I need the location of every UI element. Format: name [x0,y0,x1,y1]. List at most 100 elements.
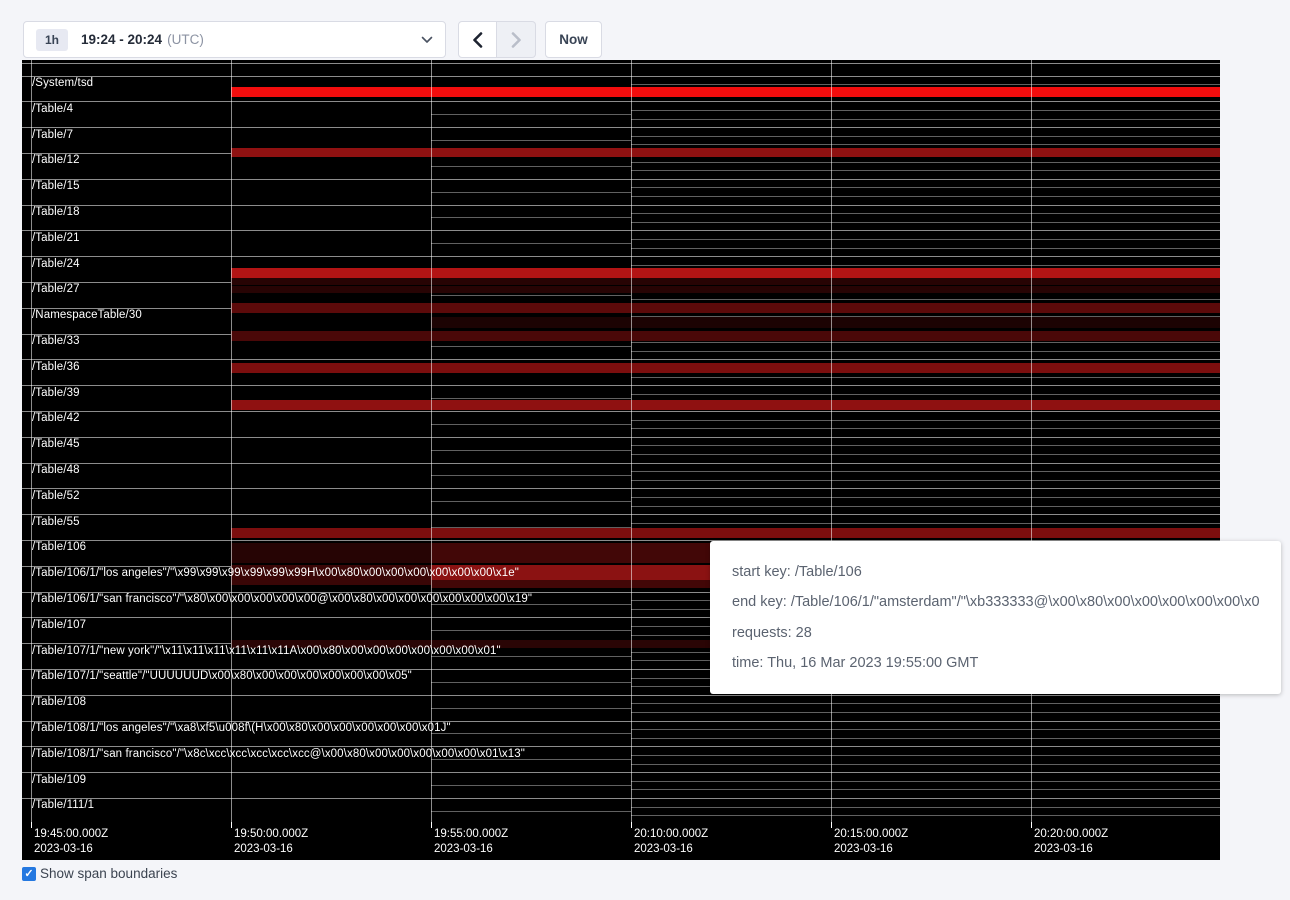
key-visualizer-canvas[interactable]: /System/tsd/Table/4/Table/7/Table/12/Tab… [22,60,1220,860]
now-button[interactable]: Now [545,21,602,58]
axis-tick [831,822,832,828]
span-boundary-subline [631,144,1220,145]
span-boundary-subline [431,398,631,399]
span-boundary-subline [631,497,1220,498]
span-boundary-subline [631,428,1220,429]
heatmap-band [231,363,1220,373]
span-boundary-subline [431,450,631,451]
row-label: /Table/18 [32,206,80,219]
row-label: /Table/7 [32,129,73,142]
row-label: /Table/15 [32,180,80,193]
time-range-selector[interactable]: 1h 19:24 - 20:24 (UTC) [23,21,446,58]
heatmap-band [231,543,431,563]
axis-time-label: 19:45:00.000Z2023-03-16 [34,827,108,856]
axis-tick [431,822,432,828]
heatmap-band [231,87,1220,97]
tooltip-requests: requests: 28 [732,625,1259,641]
span-boundary-subline [431,243,631,244]
span-boundary-subline [631,445,1220,446]
span-boundary-subline [631,119,1220,120]
time-axis: 19:45:00.000Z2023-03-1619:50:00.000Z2023… [22,822,1220,860]
span-boundary-subline [631,807,1220,808]
span-boundary-subline [631,222,1220,223]
row-label: /Table/48 [32,464,80,477]
span-boundary-line [22,798,1220,799]
span-boundary-line [22,359,1220,360]
axis-time-label: 20:10:00.000Z2023-03-16 [634,827,708,856]
span-boundary-subline [631,196,1220,197]
span-boundary-subline [631,377,1220,378]
span-boundary-subline [631,342,1220,343]
span-boundary-subline [631,523,1220,524]
span-boundary-subline [431,682,631,683]
span-boundary-subline [631,471,1220,472]
heatmap-band [231,400,1220,410]
axis-tick [631,822,632,828]
row-label: /Table/106/1/"san francisco"/"\x80\x00\x… [32,593,532,606]
column-boundary-line [1031,60,1032,822]
span-boundary-subline [431,114,631,115]
span-boundary-subline [431,501,631,502]
tooltip-time: time: Thu, 16 Mar 2023 19:55:00 GMT [732,655,1259,671]
span-boundary-subline [631,815,1220,816]
span-boundary-subline [431,192,631,193]
row-label: /Table/108/1/"san francisco"/"\x8c\xcc\x… [32,748,525,761]
span-boundary-subline [431,733,631,734]
axis-tick [31,822,32,828]
chevron-right-icon [511,32,522,48]
span-boundary-line [22,488,1220,489]
span-boundary-subline [631,110,1220,111]
span-boundary-subline [631,789,1220,790]
span-boundary-subline [431,217,631,218]
time-range-zone: (UTC) [167,32,204,47]
span-tooltip: start key: /Table/106 end key: /Table/10… [710,541,1281,694]
row-label: /Table/45 [32,438,80,451]
row-label: /Table/39 [32,387,80,400]
span-boundary-subline [631,213,1220,214]
now-button-label: Now [559,32,588,47]
span-boundary-subline [431,140,631,141]
row-label: /Table/106 [32,541,86,554]
row-label: /Table/33 [32,335,80,348]
chevron-left-icon [472,32,483,48]
heatmap-area: /System/tsd/Table/4/Table/7/Table/12/Tab… [22,60,1220,822]
footer-controls: ✓ Show span boundaries [22,866,177,881]
span-boundary-subline [631,729,1220,730]
row-label: /Table/42 [32,412,80,425]
previous-range-button[interactable] [458,21,497,58]
span-boundary-subline [631,712,1220,713]
span-boundary-subline [431,424,631,425]
span-boundary-line [22,385,1220,386]
row-label: /Table/36 [32,361,80,374]
span-boundary-subline [431,811,631,812]
span-boundary-line [22,230,1220,231]
span-boundary-line [22,101,1220,102]
span-boundary-subline [431,295,631,296]
span-boundary-subline [631,239,1220,240]
span-boundary-subline [631,420,1220,421]
heatmap-band [231,148,1220,157]
row-label: /System/tsd [32,77,93,90]
span-boundary-line [22,179,1220,180]
show-span-boundaries-checkbox[interactable]: ✓ [22,867,36,881]
span-boundary-subline [631,764,1220,765]
span-boundary-line [22,463,1220,464]
axis-time-label: 19:55:00.000Z2023-03-16 [434,827,508,856]
span-boundary-subline [631,248,1220,249]
axis-time-label: 20:15:00.000Z2023-03-16 [834,827,908,856]
span-boundary-subline [631,299,1220,300]
span-boundary-subline [631,136,1220,137]
span-boundary-subline [631,394,1220,395]
span-boundary-subline [431,785,631,786]
span-boundary-subline [631,480,1220,481]
row-label: /Table/52 [32,490,80,503]
span-boundary-subline [631,351,1220,352]
span-boundary-line [22,63,1220,64]
span-boundary-subline [631,84,1220,85]
column-boundary-line [631,60,632,822]
column-boundary-line [831,60,832,822]
span-boundary-subline [631,781,1220,782]
axis-tick [231,822,232,828]
next-range-button[interactable] [497,21,536,58]
row-label: /Table/12 [32,154,80,167]
